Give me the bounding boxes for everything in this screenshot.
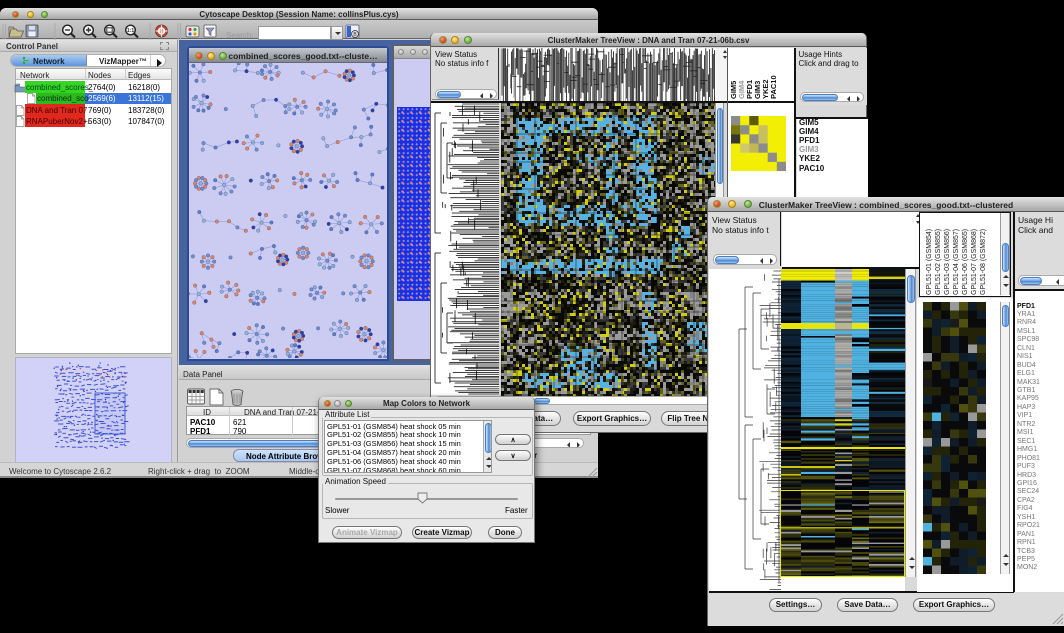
svg-text:GPL51-02 (GSM855): GPL51-02 (GSM855) — [935, 229, 942, 295]
svg-text:GPL51-01 (GSM854): GPL51-01 (GSM854) — [926, 229, 933, 295]
svg-text:GPL51-04 (GSM857): GPL51-04 (GSM857) — [953, 229, 960, 295]
svg-text:GPL51-06 (GSM865): GPL51-06 (GSM865) — [962, 229, 969, 295]
svg-text:GPL51-03 (GSM856): GPL51-03 (GSM856) — [944, 229, 951, 295]
svg-text:1:1: 1:1 — [127, 28, 134, 34]
svg-text:PAC10: PAC10 — [769, 75, 778, 99]
svg-text:GPL51-07 (GSM868): GPL51-07 (GSM868) — [971, 229, 978, 295]
svg-text:GPL51-08 (GSM872): GPL51-08 (GSM872) — [980, 229, 987, 295]
